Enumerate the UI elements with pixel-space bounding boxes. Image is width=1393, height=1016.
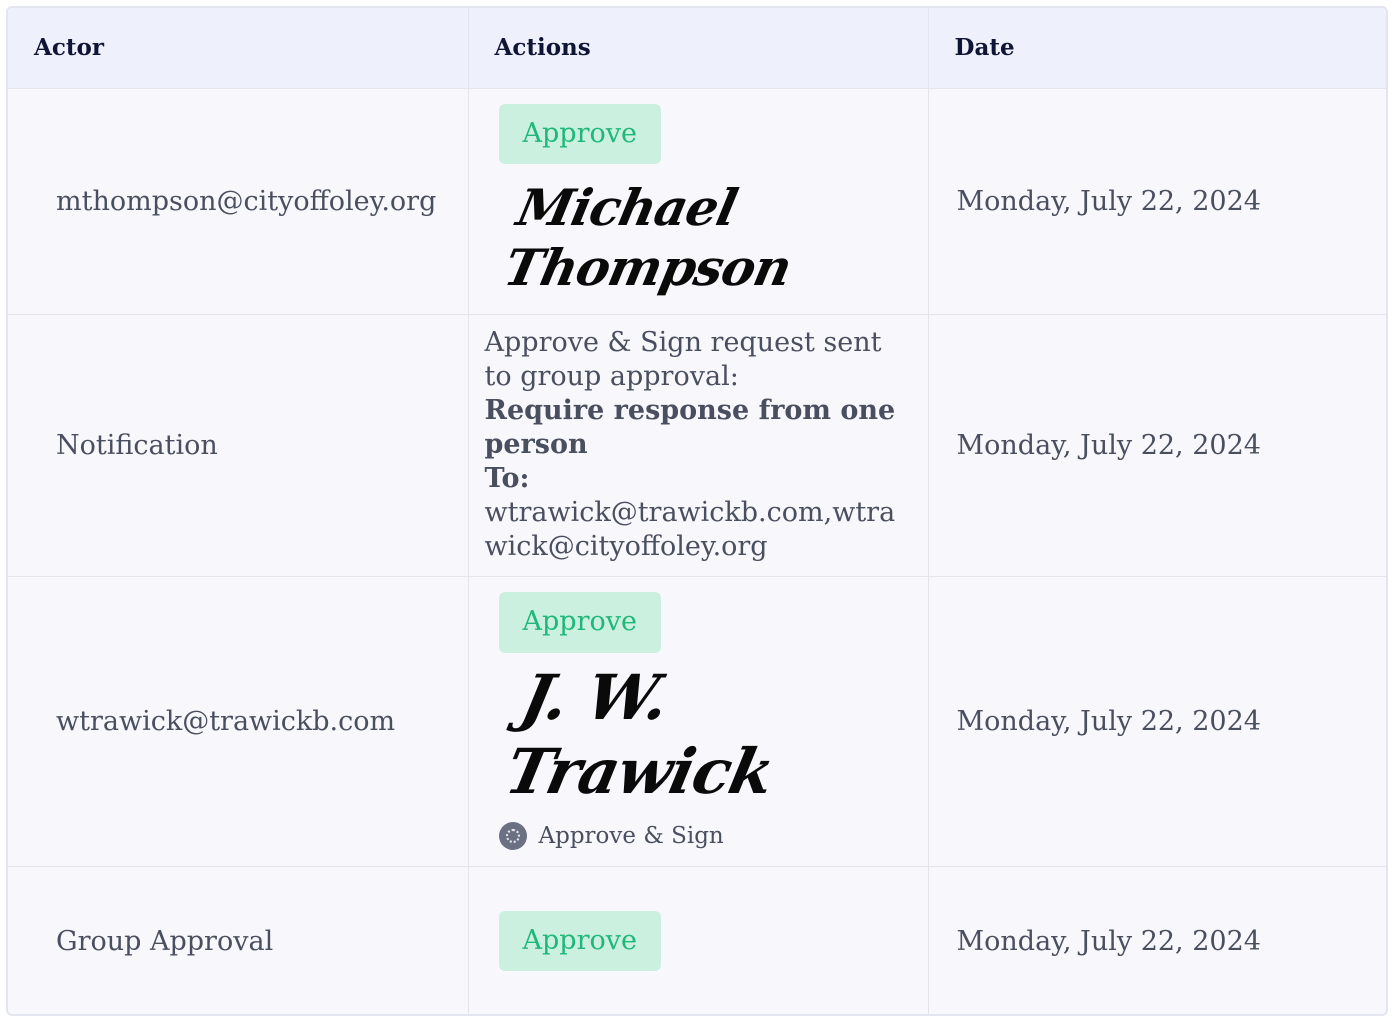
date-cell: Monday, July 22, 2024 [928,314,1386,577]
approve-badge: Approve [498,103,661,165]
table-row: Group Approval Approve Monday, July 22, … [8,866,1386,1014]
notification-message: Approve & Sign request sent to group app… [468,314,929,577]
header-actor: Actor [8,8,469,89]
approve-sign-label: Approve & Sign [538,822,724,849]
actor-cell: mthompson@cityoffoley.org [8,88,469,315]
actor-cell: wtrawick@trawickb.com [8,576,469,867]
actor-cell: Notification [8,314,469,577]
signature: J. W. Trawick [498,660,780,809]
date-cell: Monday, July 22, 2024 [928,576,1386,867]
notification-text: Approve & Sign request sent to group app… [484,327,882,392]
date-cell: Monday, July 22, 2024 [928,88,1386,315]
actor-cell: Group Approval [8,866,469,1014]
date-cell: Monday, July 22, 2024 [928,866,1386,1014]
table-header-row: Actor Actions Date [8,8,1386,89]
notification-requirement: Require response from one person [484,395,896,460]
header-date: Date [928,8,1386,89]
signature: Michael Thompson [498,178,796,298]
approve-badge: Approve [498,592,661,653]
notification-recipients: wtrawick@trawickb.com,wtrawick@cityoffol… [484,497,896,562]
stamp-icon [498,821,527,850]
approve-badge: Approve [498,910,661,972]
table-row: Notification Approve & Sign request sent… [8,314,1386,577]
notification-to-label: To: [484,463,530,494]
approve-sign-tag: Approve & Sign [498,821,927,850]
actions-cell: Approve J. W. Trawick Approve & Sign [468,576,929,867]
header-actions: Actions [468,8,929,89]
actions-cell: Approve Michael Thompson [468,88,929,315]
audit-trail-table: Actor Actions Date mthompson@cityoffoley… [8,8,1386,1014]
audit-trail-panel: Actor Actions Date mthompson@cityoffoley… [6,6,1388,1016]
table-row: wtrawick@trawickb.com Approve J. W. Traw… [8,576,1386,867]
table-row: mthompson@cityoffoley.org Approve Michae… [8,88,1386,315]
actions-cell: Approve [468,866,929,1014]
